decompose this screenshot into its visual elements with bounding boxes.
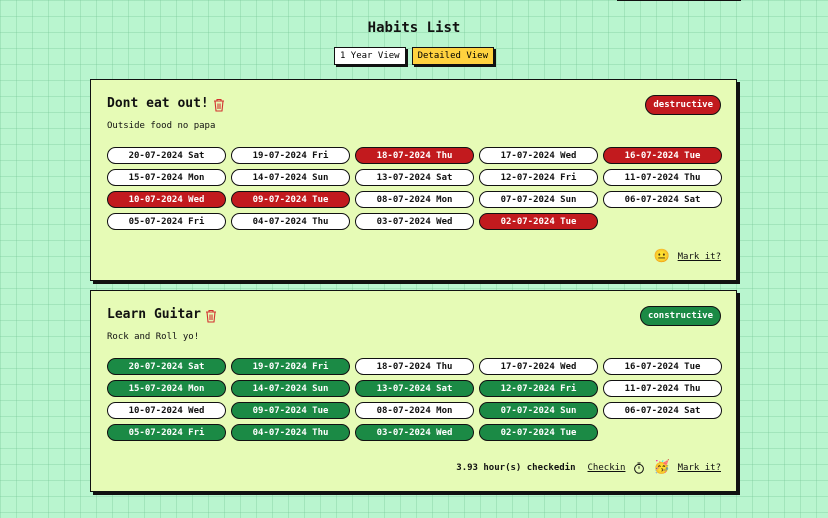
day-pill[interactable]: 18-07-2024 Thu	[355, 147, 474, 164]
day-pill[interactable]: 10-07-2024 Wed	[107, 402, 226, 419]
page-title: Habits List	[367, 20, 461, 36]
trash-icon[interactable]	[205, 308, 217, 323]
habit-card: Learn Guitar constructive Rock and Roll …	[90, 290, 737, 492]
day-pill[interactable]: 12-07-2024 Fri	[479, 169, 598, 186]
day-pill[interactable]: 14-07-2024 Sun	[231, 380, 350, 397]
mood-emoji-icon: 😐	[653, 249, 670, 264]
day-pill[interactable]: 04-07-2024 Thu	[231, 213, 350, 230]
day-pill[interactable]: 19-07-2024 Fri	[231, 358, 350, 375]
habit-name: Learn Guitar	[107, 307, 201, 322]
checkin-link[interactable]: Checkin	[588, 463, 626, 473]
day-pill[interactable]: 20-07-2024 Sat	[107, 358, 226, 375]
day-pill[interactable]: 09-07-2024 Tue	[231, 402, 350, 419]
day-pill[interactable]: 13-07-2024 Sat	[355, 169, 474, 186]
day-pill[interactable]: 05-07-2024 Fri	[107, 424, 226, 441]
habit-day-grid: 20-07-2024 Sat 19-07-2024 Fri 18-07-2024…	[107, 147, 722, 230]
day-pill[interactable]: 20-07-2024 Sat	[107, 147, 226, 164]
day-pill[interactable]: 06-07-2024 Sat	[603, 191, 722, 208]
day-pill[interactable]: 07-07-2024 Sun	[479, 402, 598, 419]
day-pill[interactable]: 11-07-2024 Thu	[603, 380, 722, 397]
habit-name: Dont eat out!	[107, 96, 209, 111]
day-pill[interactable]: 03-07-2024 Wed	[355, 424, 474, 441]
habit-type-badge: destructive	[645, 95, 721, 115]
top-divider	[617, 0, 741, 1]
day-pill[interactable]: 11-07-2024 Thu	[603, 169, 722, 186]
day-pill[interactable]: 08-07-2024 Mon	[355, 402, 474, 419]
day-pill[interactable]: 06-07-2024 Sat	[603, 402, 722, 419]
habit-card: Dont eat out! destructive Outside food n…	[90, 79, 737, 281]
detailed-view-button[interactable]: Detailed View	[411, 47, 495, 65]
mark-it-link[interactable]: Mark it?	[678, 463, 721, 473]
habit-day-grid: 20-07-2024 Sat 19-07-2024 Fri 18-07-2024…	[107, 358, 722, 441]
day-pill[interactable]: 10-07-2024 Wed	[107, 191, 226, 208]
mark-it-link[interactable]: Mark it?	[678, 252, 721, 262]
day-pill[interactable]: 03-07-2024 Wed	[355, 213, 474, 230]
day-pill[interactable]: 05-07-2024 Fri	[107, 213, 226, 230]
view-toggle: 1 Year View Detailed View	[0, 47, 828, 65]
day-pill[interactable]: 15-07-2024 Mon	[107, 169, 226, 186]
habit-footer: 😐 Mark it?	[653, 250, 721, 264]
day-pill[interactable]: 08-07-2024 Mon	[355, 191, 474, 208]
mood-emoji-icon: 🥳	[653, 460, 670, 475]
hours-checkedin: 3.93 hour(s) checkedin	[456, 463, 576, 473]
day-pill[interactable]: 02-07-2024 Tue	[479, 424, 598, 441]
habit-footer: 3.93 hour(s) checkedin Checkin 🥳 Mark it…	[456, 461, 721, 475]
habit-header: Learn Guitar	[107, 307, 217, 323]
day-pill[interactable]: 15-07-2024 Mon	[107, 380, 226, 397]
day-pill[interactable]: 13-07-2024 Sat	[355, 380, 474, 397]
day-pill[interactable]: 04-07-2024 Thu	[231, 424, 350, 441]
year-view-button[interactable]: 1 Year View	[333, 47, 406, 65]
stopwatch-icon[interactable]	[633, 462, 645, 474]
day-pill[interactable]: 12-07-2024 Fri	[479, 380, 598, 397]
day-pill[interactable]: 17-07-2024 Wed	[479, 147, 598, 164]
habit-description: Outside food no papa	[107, 121, 216, 131]
day-pill[interactable]: 16-07-2024 Tue	[603, 358, 722, 375]
day-pill[interactable]: 02-07-2024 Tue	[479, 213, 598, 230]
day-pill[interactable]: 16-07-2024 Tue	[603, 147, 722, 164]
day-pill[interactable]: 14-07-2024 Sun	[231, 169, 350, 186]
trash-icon[interactable]	[213, 97, 225, 112]
day-pill[interactable]: 17-07-2024 Wed	[479, 358, 598, 375]
day-pill[interactable]: 07-07-2024 Sun	[479, 191, 598, 208]
habit-type-badge: constructive	[639, 306, 721, 326]
habit-header: Dont eat out!	[107, 96, 225, 112]
day-pill[interactable]: 19-07-2024 Fri	[231, 147, 350, 164]
day-pill[interactable]: 09-07-2024 Tue	[231, 191, 350, 208]
habit-description: Rock and Roll yo!	[107, 332, 200, 342]
day-pill[interactable]: 18-07-2024 Thu	[355, 358, 474, 375]
